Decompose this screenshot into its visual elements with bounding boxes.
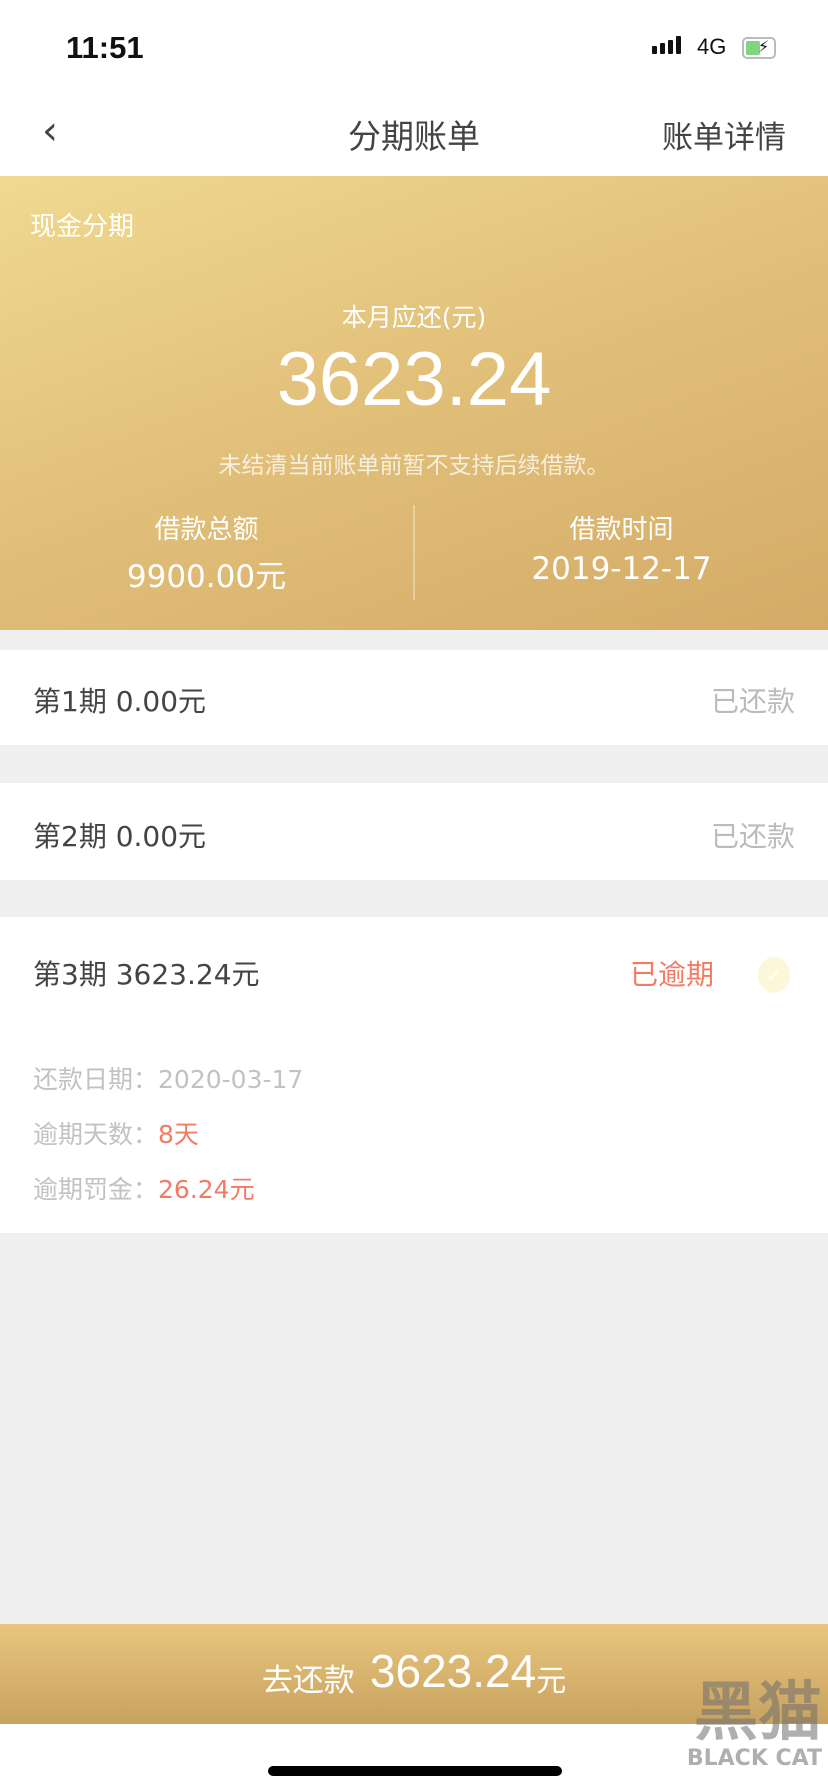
installment-status: 已逾期 (629, 958, 714, 991)
detail-label: 逾期罚金： (33, 1175, 159, 1204)
installment-label: 第1期 0.00元 (33, 685, 207, 718)
detail-value: 8天 (158, 1120, 199, 1149)
due-amount: 3623.24 (276, 337, 552, 422)
detail-label: 还款日期： (33, 1065, 159, 1094)
installment-status: 已还款 (710, 820, 795, 853)
detail-due-date: 还款日期：2020-03-17 (33, 1060, 303, 1096)
notice-text: 未结清当前账单前暂不支持后续借款。 (218, 453, 610, 479)
loan-type: 现金分期 (30, 212, 135, 242)
detail-penalty: 逾期罚金：26.24元 (33, 1170, 255, 1206)
pay-label: 去还款 (261, 1663, 355, 1699)
loan-date-label: 借款时间 (569, 515, 674, 545)
loan-total-value: 9900.00元 (126, 559, 287, 595)
battery-icon: ⚡ (742, 37, 776, 59)
detail-overdue-days: 逾期天数：8天 (33, 1115, 199, 1151)
pay-unit: 元 (536, 1664, 567, 1699)
installment-row[interactable]: 第2期 0.00元 已还款 (0, 783, 828, 880)
installment-label: 第3期 3623.24元 (33, 958, 260, 991)
detail-label: 逾期天数： (33, 1120, 159, 1149)
home-indicator (268, 1766, 562, 1776)
bill-detail-button[interactable]: 账单详情 (662, 112, 786, 157)
due-label: 本月应还(元) (341, 303, 487, 332)
status-time: 11:51 (66, 30, 144, 65)
loan-total-label: 借款总额 (154, 515, 259, 545)
divider (413, 505, 415, 600)
signal-icon (652, 36, 681, 54)
pay-amount: 3623.24 (369, 1645, 537, 1697)
check-icon: ✓ (758, 957, 790, 993)
installment-label: 第2期 0.00元 (33, 820, 207, 853)
loan-date-value: 2019-12-17 (531, 551, 712, 587)
detail-value: 2020-03-17 (158, 1065, 304, 1094)
installment-status: 已还款 (710, 685, 795, 718)
installment-row[interactable]: 第1期 0.00元 已还款 (0, 650, 828, 745)
watermark-logo: 黑猫 BLACK CAT (686, 1676, 822, 1771)
installment-row[interactable]: 第3期 3623.24元 已逾期 ✓ 还款日期：2020-03-17 逾期天数：… (0, 917, 828, 1233)
detail-value: 26.24元 (158, 1175, 255, 1204)
network-type: 4G (697, 34, 727, 59)
